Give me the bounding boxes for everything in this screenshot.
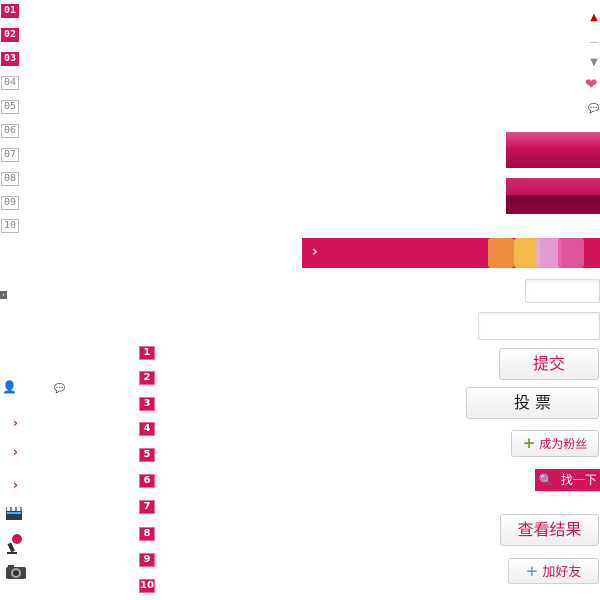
become-fan-label: 成为粉丝 [539, 437, 588, 451]
comment-icon[interactable]: 💬 [54, 383, 66, 395]
person-icon: 👤 [2, 380, 17, 394]
pink-button-block[interactable] [506, 132, 600, 168]
arrow-down-icon[interactable]: ▼ [588, 57, 600, 69]
rank-badge-01: 01 [1, 4, 19, 18]
rank-badge-03: 03 [1, 52, 19, 66]
chevron-right-icon[interactable]: › [13, 445, 18, 459]
chevron-right-icon[interactable]: › [13, 478, 18, 492]
become-fan-button[interactable]: + 成为粉丝 [511, 430, 599, 457]
add-friend-label: 加好友 [542, 565, 582, 580]
minus-icon[interactable]: — [588, 37, 600, 49]
view-result-button[interactable]: 查看结果 [500, 514, 599, 546]
rank-badge-10: 10 [1, 219, 19, 233]
rank-number-9: 9 [139, 553, 155, 567]
rank-number-7: 7 [139, 500, 155, 514]
chevron-right-icon: › [312, 244, 318, 260]
rank-badge-07: 07 [1, 148, 19, 162]
rank-number-8: 8 [139, 527, 155, 541]
play-small-icon[interactable]: › [0, 291, 7, 299]
gift-box-icon [558, 238, 584, 268]
rank-badge-04: 04 [1, 76, 19, 90]
rank-badge-02: 02 [1, 28, 19, 42]
submit-button[interactable]: 提交 [499, 348, 599, 380]
find-button[interactable]: 🔍 找一下 [535, 469, 600, 491]
search-icon: 🔍 [538, 473, 554, 487]
rank-number-6: 6 [139, 474, 155, 488]
rank-number-2: 2 [139, 371, 155, 385]
add-friend-button[interactable]: + 加好友 [508, 558, 599, 584]
microphone-icon[interactable] [5, 533, 23, 555]
pink-button-block-pressed[interactable] [506, 178, 600, 214]
clapperboard-icon[interactable] [5, 505, 23, 521]
rank-number-3: 3 [139, 397, 155, 411]
rank-badge-06: 06 [1, 124, 19, 138]
comment-icon[interactable]: 💬 [588, 103, 600, 115]
gift-box-icon [488, 238, 514, 268]
rank-number-1: 1 [139, 346, 155, 360]
arrow-up-icon[interactable]: ▲ [588, 12, 600, 24]
rank-number-4: 4 [139, 422, 155, 436]
vote-button[interactable]: 投 票 [466, 387, 599, 419]
rank-number-5: 5 [139, 448, 155, 462]
plus-icon: + [525, 562, 539, 580]
heart-icon[interactable]: ❤ [583, 76, 599, 92]
rank-number-10: 10 [139, 579, 155, 593]
find-label: 找一下 [560, 473, 597, 487]
plus-icon: + [522, 434, 536, 452]
rank-badge-09: 09 [1, 196, 19, 210]
camera-icon[interactable] [5, 564, 27, 580]
promo-banner[interactable]: › [302, 238, 600, 268]
rank-badge-05: 05 [1, 100, 19, 114]
rank-badge-08: 08 [1, 172, 19, 186]
small-input-field[interactable] [525, 279, 600, 303]
wide-input-field[interactable] [478, 312, 600, 340]
chevron-right-icon[interactable]: › [13, 416, 18, 430]
